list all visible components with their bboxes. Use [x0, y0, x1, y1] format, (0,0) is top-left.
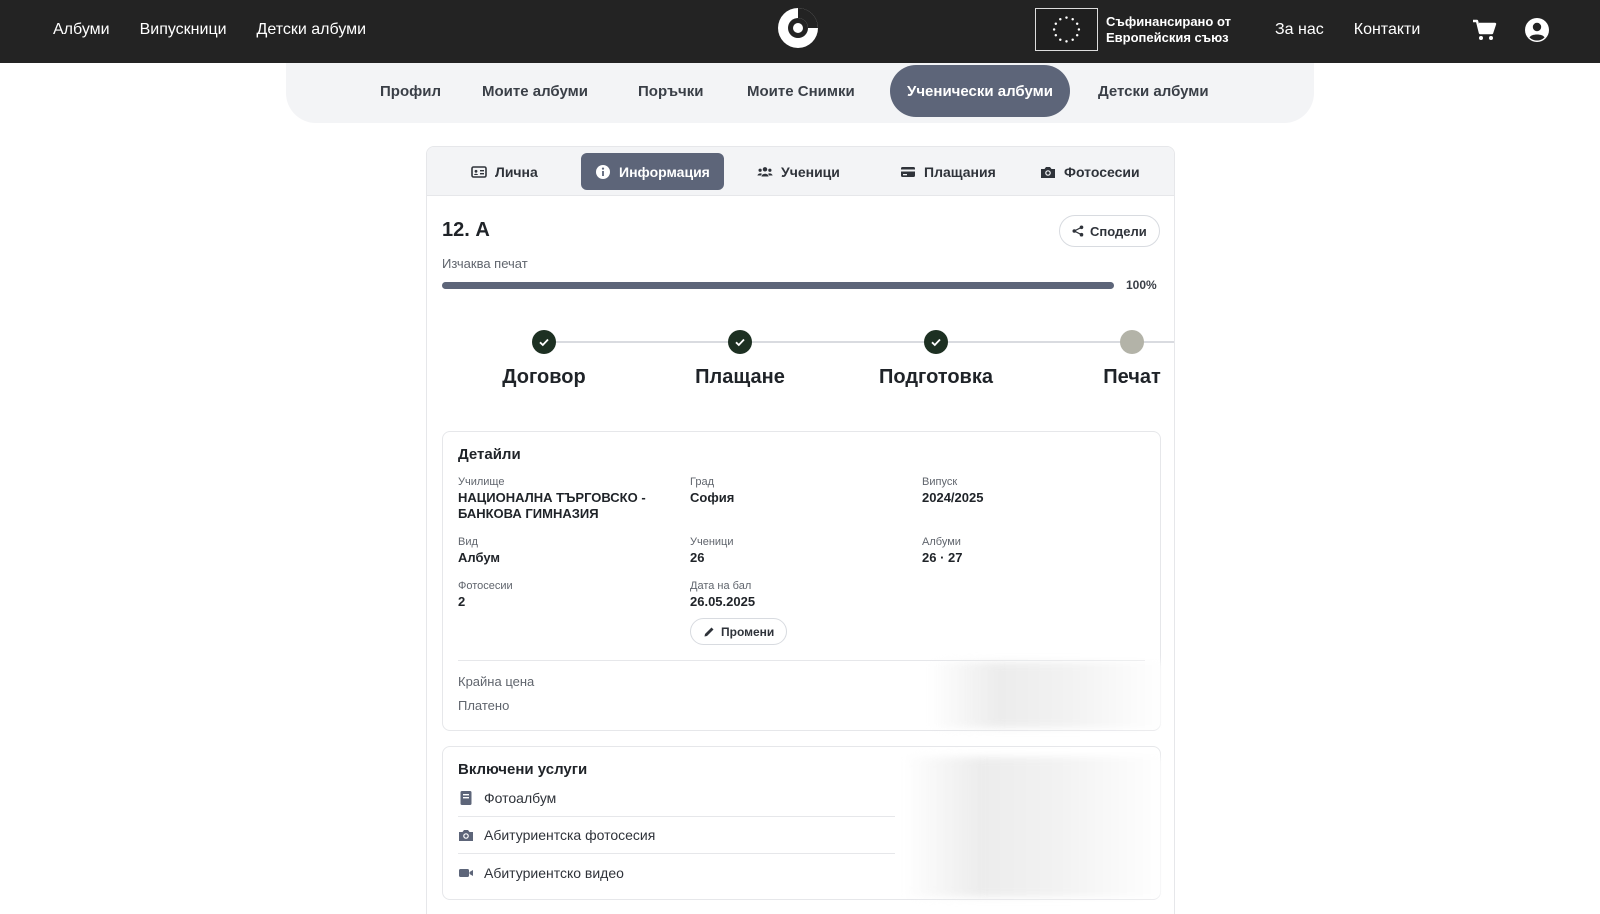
- album-info-card: Лична Информация Ученици Плащания Фотосе…: [426, 146, 1175, 914]
- group-name: 12. А: [442, 219, 490, 241]
- tab-student-albums[interactable]: Ученически албуми: [890, 65, 1070, 117]
- eu-cofunded-badge: Съфинансирано от Европейския съюз: [1035, 8, 1231, 51]
- school-line2: БАНКОВА ГИМНАЗИЯ: [458, 506, 599, 521]
- video-icon: [459, 868, 473, 877]
- service-item-photoalbum: Фотоалбум: [458, 780, 895, 817]
- details-title: Детайли: [458, 446, 521, 463]
- credit-card-icon: [901, 166, 915, 177]
- status-text: Изчаква печат: [442, 256, 528, 271]
- step-payment: Плащане: [640, 330, 840, 389]
- edit-button-label: Промени: [721, 624, 775, 639]
- service-label: Фотоалбум: [484, 790, 557, 806]
- book-icon: [460, 791, 472, 805]
- step-label: Плащане: [695, 366, 785, 388]
- step-label: Печат: [1103, 366, 1161, 388]
- cart-icon[interactable]: [1471, 17, 1497, 43]
- progress-bar-fill: [442, 282, 1114, 289]
- album-subtabs: Лична Информация Ученици Плащания Фотосе…: [427, 147, 1174, 196]
- subtab-payments[interactable]: Плащания: [886, 153, 1010, 190]
- field-city: Град София: [690, 476, 735, 505]
- nav-link-about[interactable]: За нас: [1275, 21, 1324, 39]
- tab-my-albums[interactable]: Моите албуми: [465, 65, 605, 117]
- check-icon: [924, 330, 948, 354]
- service-label: Абитуриентско видео: [484, 864, 624, 881]
- nav-link-albums[interactable]: Албуми: [53, 21, 110, 39]
- subtab-students[interactable]: Ученици: [743, 153, 854, 190]
- users-icon: [757, 166, 773, 176]
- subtab-information[interactable]: Информация: [581, 153, 724, 190]
- subtab-photo-sessions[interactable]: Фотосесии: [1026, 153, 1154, 190]
- top-nav-links: Албуми Випускници Детски албуми: [53, 0, 366, 60]
- field-prom-date: Дата на бал 26.05.2025: [690, 580, 756, 609]
- top-navbar: Албуми Випускници Детски албуми Съфинанс…: [0, 0, 1600, 63]
- nav-link-kids-albums[interactable]: Детски албуми: [257, 21, 367, 39]
- subtab-personal-label: Лична: [495, 163, 538, 180]
- check-icon: [532, 330, 556, 354]
- id-card-icon: [471, 165, 487, 178]
- info-icon: [596, 164, 610, 179]
- step-label: Договор: [502, 366, 586, 388]
- user-account-icon[interactable]: [1524, 17, 1550, 43]
- subtab-students-label: Ученици: [781, 163, 840, 180]
- services-title: Включени услуги: [458, 761, 588, 778]
- step-contract: Договор: [444, 330, 644, 389]
- pencil-icon: [704, 627, 714, 636]
- check-icon: [728, 330, 752, 354]
- services-panel: Включени услуги Фотоалбум Абитуриентска …: [442, 746, 1163, 900]
- site-logo-icon[interactable]: [776, 6, 820, 50]
- tab-profile[interactable]: Профил: [363, 65, 458, 117]
- subtab-personal[interactable]: Лична: [457, 153, 552, 190]
- tab-orders[interactable]: Поръчки: [621, 65, 720, 117]
- field-school: Училище НАЦИОНАЛНА ТЪРГОВСКО - БАНКОВА Г…: [458, 476, 646, 521]
- profile-main-nav: Профил Моите албуми Поръчки Моите Снимки…: [286, 63, 1314, 123]
- eu-flag-icon: [1035, 8, 1098, 51]
- field-albums: Албуми 26 · 27: [922, 536, 963, 565]
- field-type: Вид Албум: [458, 536, 501, 565]
- step-label: Подготовка: [879, 366, 993, 388]
- field-photo-sessions: Фотосесии 2: [458, 580, 513, 609]
- camera-icon: [459, 830, 473, 841]
- step-print: Печат: [1032, 330, 1174, 389]
- step-preparation: Подготовка: [836, 330, 1036, 389]
- details-panel: Детайли Училище НАЦИОНАЛНА ТЪРГОВСКО - Б…: [442, 431, 1163, 731]
- pending-dot-icon: [1120, 330, 1144, 354]
- service-label: Абитуриентска фотосесия: [484, 827, 656, 843]
- progress-bar: [442, 282, 1114, 289]
- share-button-label: Сподели: [1090, 223, 1147, 239]
- service-item-video: Абитуриентско видео: [458, 854, 895, 891]
- eu-text-line2: Европейския съюз: [1106, 29, 1229, 45]
- service-item-photo-session: Абитуриентска фотосесия: [458, 817, 895, 854]
- nav-link-contacts[interactable]: Контакти: [1354, 21, 1421, 39]
- school-line1: НАЦИОНАЛНА ТЪРГОВСКО -: [458, 490, 646, 505]
- final-price-label: Крайна цена: [458, 674, 535, 689]
- progress-label: 100%: [1126, 278, 1157, 292]
- tab-my-photos[interactable]: Моите Снимки: [730, 65, 872, 117]
- blurred-services-area: [903, 757, 1163, 897]
- share-button[interactable]: Сподели: [1059, 215, 1160, 247]
- paid-label: Платено: [458, 698, 510, 713]
- blurred-price-area: [928, 662, 1163, 728]
- eu-text-line1: Съфинансирано от: [1106, 13, 1231, 29]
- details-divider: [458, 660, 1145, 661]
- share-icon: [1072, 225, 1084, 237]
- subtab-information-label: Информация: [619, 163, 710, 180]
- top-nav-right: За нас Контакти: [1275, 0, 1450, 60]
- tab-kids-albums[interactable]: Детски албуми: [1081, 65, 1226, 117]
- field-class-year: Випуск 2024/2025: [922, 476, 984, 505]
- subtab-payments-label: Плащания: [924, 163, 996, 180]
- field-students: Ученици 26: [690, 536, 734, 565]
- edit-prom-date-button[interactable]: Промени: [690, 618, 788, 645]
- subtab-photo-sessions-label: Фотосесии: [1064, 163, 1140, 180]
- nav-link-graduates[interactable]: Випускници: [140, 21, 227, 39]
- camera-icon: [1041, 166, 1055, 178]
